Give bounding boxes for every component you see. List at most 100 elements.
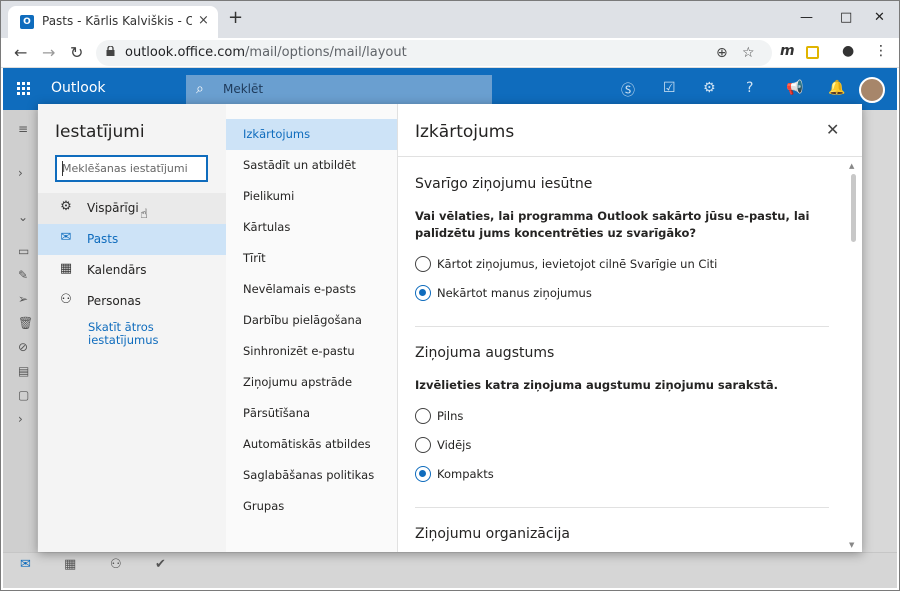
profile-icon[interactable]: ● bbox=[842, 43, 854, 59]
browser-menu-icon[interactable]: ⋮ bbox=[874, 43, 888, 59]
radio-circle[interactable] bbox=[415, 408, 431, 424]
browser-tab[interactable]: O Pasts - Kārlis Kalviškis - Outlook × bbox=[8, 6, 218, 38]
subcategory-label: Grupas bbox=[243, 499, 285, 513]
radio-label: Kārtot ziņojumus, ievietojot cilnē Svarī… bbox=[437, 257, 718, 271]
subcategory-junk-email[interactable]: Nevēlamais e-pasts bbox=[226, 274, 397, 305]
new-tab-button[interactable]: + bbox=[228, 9, 243, 27]
subcategory-label: Saglabāšanas politikas bbox=[243, 468, 375, 482]
people-icon: ⚇ bbox=[60, 292, 72, 307]
quick-settings-link[interactable]: Skatīt ātros iestatījumus bbox=[88, 321, 198, 347]
category-mail[interactable]: ✉ Pasts bbox=[38, 224, 226, 255]
hamburger-icon[interactable]: ≡ bbox=[18, 122, 28, 136]
section-question: Vai vēlaties, lai programma Outlook sakā… bbox=[415, 209, 810, 240]
address-bar[interactable]: outlook.office.com/mail/options/mail/lay… bbox=[96, 40, 772, 66]
radio-circle[interactable] bbox=[415, 285, 431, 301]
scroll-down-arrow-icon[interactable]: ▼ bbox=[849, 541, 854, 549]
category-label: Personas bbox=[87, 294, 141, 308]
app-launcher-icon[interactable] bbox=[17, 82, 31, 96]
subcategory-forwarding[interactable]: Pārsūtīšana bbox=[226, 398, 397, 429]
section-heading-message-height: Ziņojuma augstums bbox=[415, 345, 555, 361]
module-switcher bbox=[3, 552, 897, 588]
feedback-megaphone-icon[interactable]: 📢 bbox=[786, 80, 803, 96]
radio-sort-messages[interactable]: Kārtot ziņojumus, ievietojot cilnē Svarī… bbox=[415, 255, 718, 273]
scroll-up-arrow-icon[interactable]: ▲ bbox=[849, 162, 854, 170]
mail-search-placeholder: Meklēt bbox=[223, 82, 264, 96]
people-module-icon[interactable]: ⚇ bbox=[110, 557, 122, 572]
minimize-button[interactable]: — bbox=[800, 10, 813, 25]
tab-close-icon[interactable]: × bbox=[198, 13, 209, 28]
settings-subcategories: Izkārtojums Sastādīt un atbildēt Pieliku… bbox=[226, 104, 398, 552]
category-calendar[interactable]: ▦ Kalendārs bbox=[38, 255, 226, 286]
subcategory-label: Kārtulas bbox=[243, 220, 291, 234]
radio-medium[interactable]: Vidējs bbox=[415, 436, 715, 454]
url-text: outlook.office.com/mail/options/mail/lay… bbox=[125, 45, 407, 60]
subcategory-sweep[interactable]: Tīrīt bbox=[226, 243, 397, 274]
subcategory-label: Sinhronizēt e-pastu bbox=[243, 344, 355, 358]
mail-module-icon[interactable]: ✉ bbox=[20, 557, 31, 572]
notifications-bell-icon[interactable]: 🔔 bbox=[828, 80, 845, 96]
radio-dont-sort[interactable]: Nekārtot manus ziņojumus bbox=[415, 284, 715, 302]
calendar-module-icon[interactable]: ▦ bbox=[64, 557, 76, 572]
close-icon[interactable]: ✕ bbox=[826, 120, 839, 139]
extension-note-icon[interactable] bbox=[806, 46, 819, 59]
todo-module-icon[interactable]: ✔ bbox=[155, 557, 166, 572]
chevron-right-icon[interactable]: › bbox=[18, 166, 23, 180]
draft-pencil-icon[interactable]: ✎ bbox=[18, 268, 28, 282]
outlook-brand[interactable]: Outlook bbox=[51, 80, 106, 96]
subcategory-label: Ziņojumu apstrāde bbox=[243, 375, 353, 389]
close-window-button[interactable]: ✕ bbox=[874, 10, 885, 25]
category-people[interactable]: ⚇ Personas bbox=[38, 286, 226, 317]
extension-m-icon[interactable]: m bbox=[780, 43, 795, 59]
settings-categories: Iestatījumi Meklēšanas iestatījumi ⚙ Vis… bbox=[38, 104, 226, 552]
category-general[interactable]: ⚙ Vispārīgi bbox=[38, 193, 226, 224]
add-icon[interactable]: ⊕ bbox=[716, 45, 728, 61]
subcategory-label: Tīrīt bbox=[243, 251, 266, 265]
avatar[interactable] bbox=[859, 77, 885, 103]
settings-gear-icon[interactable]: ⚙ bbox=[703, 80, 716, 96]
search-icon: ⌕ bbox=[196, 81, 204, 97]
radio-compact[interactable]: Kompakts bbox=[415, 465, 715, 483]
archive-icon[interactable]: ▤ bbox=[18, 364, 29, 378]
my-day-icon[interactable]: ☑ bbox=[663, 80, 676, 96]
pane-divider bbox=[398, 156, 862, 157]
subcategory-rules[interactable]: Kārtulas bbox=[226, 212, 397, 243]
subcategory-layout[interactable]: Izkārtojums bbox=[226, 119, 397, 150]
section-heading-focused-inbox: Svarīgo ziņojumu iesūtne bbox=[415, 176, 593, 192]
help-icon[interactable]: ? bbox=[746, 80, 753, 96]
mail-search-box[interactable]: ⌕ Meklēt bbox=[186, 75, 492, 104]
radio-circle[interactable] bbox=[415, 437, 431, 453]
subcategory-attachments[interactable]: Pielikumi bbox=[226, 181, 397, 212]
deleted-icon[interactable]: 🗑 bbox=[18, 316, 33, 330]
forward-arrow-icon[interactable]: → bbox=[42, 43, 55, 62]
subcategory-sync-email[interactable]: Sinhronizēt e-pastu bbox=[226, 336, 397, 367]
settings-search-input[interactable]: Meklēšanas iestatījumi bbox=[55, 155, 208, 182]
reload-icon[interactable]: ↻ bbox=[70, 43, 83, 62]
radio-full[interactable]: Pilns bbox=[415, 407, 715, 425]
sent-icon[interactable]: ➢ bbox=[18, 292, 28, 306]
inbox-icon[interactable]: ▭ bbox=[18, 244, 29, 258]
scrollbar-thumb[interactable] bbox=[851, 174, 856, 242]
more-folders-icon[interactable]: › bbox=[18, 412, 23, 426]
subcategory-automatic-replies[interactable]: Automātiskās atbildes bbox=[226, 429, 397, 460]
chevron-down-icon[interactable]: ⌄ bbox=[18, 210, 28, 224]
subcategory-groups[interactable]: Grupas bbox=[226, 491, 397, 522]
subcategory-customize-actions[interactable]: Darbību pielāgošana bbox=[226, 305, 397, 336]
subcategory-compose-reply[interactable]: Sastādīt un atbildēt bbox=[226, 150, 397, 181]
subcategory-label: Pārsūtīšana bbox=[243, 406, 311, 420]
radio-circle[interactable] bbox=[415, 256, 431, 272]
subcategory-message-handling[interactable]: Ziņojumu apstrāde bbox=[226, 367, 397, 398]
calendar-icon: ▦ bbox=[59, 261, 73, 276]
notes-icon[interactable]: ▢ bbox=[18, 388, 29, 402]
skype-icon[interactable]: Ⓢ bbox=[621, 80, 635, 100]
back-arrow-icon[interactable]: ← bbox=[14, 43, 27, 62]
radio-circle[interactable] bbox=[415, 466, 431, 482]
browser-tabstrip: O Pasts - Kārlis Kalviškis - Outlook × +… bbox=[0, 0, 900, 38]
junk-icon[interactable]: ⊘ bbox=[18, 340, 28, 354]
subcategory-retention-policies[interactable]: Saglabāšanas politikas bbox=[226, 460, 397, 491]
settings-dialog: Iestatījumi Meklēšanas iestatījumi ⚙ Vis… bbox=[38, 104, 862, 552]
maximize-button[interactable]: □ bbox=[840, 10, 852, 25]
bookmark-star-icon[interactable]: ☆ bbox=[742, 45, 755, 61]
radio-label: Vidējs bbox=[437, 438, 472, 452]
category-label: Pasts bbox=[87, 232, 119, 246]
category-label: Kalendārs bbox=[87, 263, 147, 277]
